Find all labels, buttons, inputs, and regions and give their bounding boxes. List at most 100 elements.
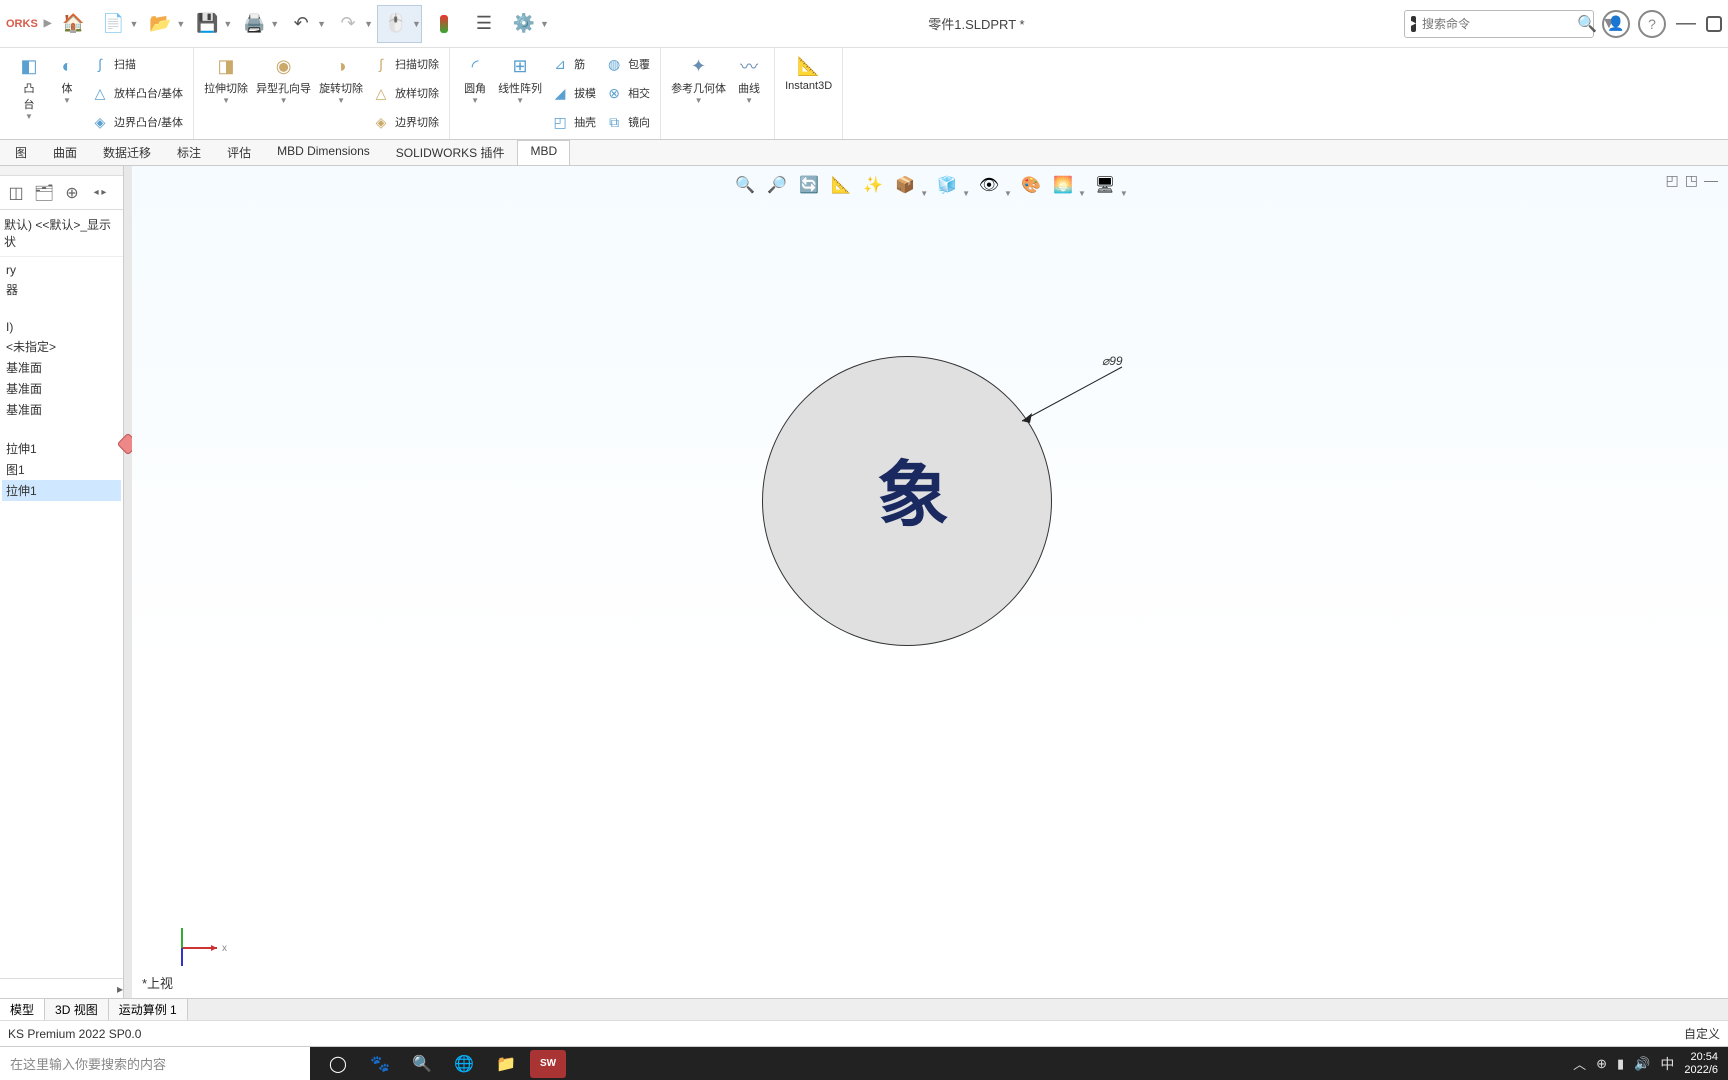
panel-splitter[interactable] xyxy=(124,166,132,998)
tree-item[interactable] xyxy=(2,420,121,438)
draft-button[interactable]: ◢拔模 xyxy=(546,79,600,107)
tree-item[interactable]: <未指定> xyxy=(2,336,121,357)
undo-button[interactable]: ↶▼ xyxy=(283,6,326,42)
appearance-icon[interactable]: 🎨 xyxy=(1018,172,1044,198)
tree-item-selected[interactable]: 拉伸1 xyxy=(2,480,121,501)
tree-item[interactable]: 图1 xyxy=(2,459,121,480)
intersect-button[interactable]: ⊗相交 xyxy=(600,79,654,107)
rebuild-button[interactable] xyxy=(426,6,462,42)
tab-sketch[interactable]: 图 xyxy=(2,140,40,165)
tree-item[interactable]: 器 xyxy=(2,279,121,300)
redo-button[interactable]: ↷▼ xyxy=(330,6,373,42)
view-orientation-icon[interactable]: 🧊 xyxy=(934,172,960,198)
zoom-fit-icon[interactable]: 🔍 xyxy=(732,172,758,198)
property-manager-tab[interactable]: 🗂 xyxy=(32,181,56,205)
tab-mbd[interactable]: MBD xyxy=(517,140,570,165)
loft-cut-button[interactable]: △放样切除 xyxy=(367,79,443,107)
fillet-button[interactable]: ◜圆角▼ xyxy=(456,50,494,138)
boundary-cut-button[interactable]: ◈边界切除 xyxy=(367,108,443,136)
tab-addins[interactable]: SOLIDWORKS 插件 xyxy=(383,140,518,165)
dimension-value[interactable]: ⌀99 xyxy=(1102,354,1123,368)
tray-ime-label[interactable]: 中 xyxy=(1660,1054,1674,1074)
dynamic-view-icon[interactable]: ✨ xyxy=(860,172,886,198)
select-button[interactable]: 🖱️▼ xyxy=(377,5,422,43)
prev-view-icon[interactable]: 🔄 xyxy=(796,172,822,198)
save-button[interactable]: 💾▼ xyxy=(189,6,232,42)
new-button[interactable]: 📄▼ xyxy=(95,6,138,42)
revolve-boss-button[interactable]: ◐体▼ xyxy=(48,50,86,138)
tree-item[interactable] xyxy=(2,300,121,318)
display-style-icon[interactable]: 📦 xyxy=(892,172,918,198)
ref-geometry-button[interactable]: ✦参考几何体▼ xyxy=(667,50,730,138)
more-tabs[interactable]: ◂ ▸ xyxy=(88,181,112,205)
hide-show-icon[interactable]: 👁 xyxy=(976,172,1002,198)
tree-item[interactable]: 基准面 xyxy=(2,399,121,420)
open-button[interactable]: 📂▼ xyxy=(142,6,185,42)
sw-status-right[interactable]: 自定义 xyxy=(1684,1025,1720,1042)
tab-data-migration[interactable]: 数据迁移 xyxy=(90,140,164,165)
user-button[interactable]: 👤 xyxy=(1602,10,1630,38)
sweep-cut-button[interactable]: ∫扫描切除 xyxy=(367,50,443,78)
tab-evaluate[interactable]: 评估 xyxy=(214,140,264,165)
vp-btn-2[interactable]: ◳ xyxy=(1685,172,1698,189)
task-view-button[interactable]: ◯ xyxy=(320,1050,356,1078)
home-button[interactable]: 🏠 xyxy=(55,6,91,42)
windows-search[interactable]: 在这里输入你要搜索的内容 xyxy=(0,1054,300,1073)
help-button[interactable]: ? xyxy=(1638,10,1666,38)
options-list-button[interactable]: ☰ xyxy=(466,6,502,42)
zoom-area-icon[interactable]: 🔎 xyxy=(764,172,790,198)
command-search-input[interactable] xyxy=(1422,17,1577,31)
tab-mbd-dimensions[interactable]: MBD Dimensions xyxy=(264,140,383,165)
tab-3d-view[interactable]: 3D 视图 xyxy=(45,999,109,1020)
command-search[interactable]: ▸ 🔍 ▼ xyxy=(1404,10,1594,38)
wrap-button[interactable]: ◍包覆 xyxy=(600,50,654,78)
maximize-button[interactable] xyxy=(1706,16,1722,32)
tree-item[interactable]: 基准面 xyxy=(2,357,121,378)
tree-item[interactable]: I) xyxy=(2,318,121,336)
boss-extrude-button[interactable]: ◧凸台▼ xyxy=(10,50,48,138)
feature-tree-tab[interactable]: ◫ xyxy=(4,181,28,205)
tray-network-icon[interactable]: ⊕ xyxy=(1596,1056,1607,1072)
minimize-button[interactable]: — xyxy=(1674,12,1698,35)
hole-wizard-button[interactable]: ◉异型孔向导▼ xyxy=(252,50,315,138)
taskbar-app-edge[interactable]: 🌐 xyxy=(446,1050,482,1078)
tab-motion-study[interactable]: 运动算例 1 xyxy=(109,999,188,1020)
settings-button[interactable]: ⚙️▼ xyxy=(506,6,549,42)
tray-volume-icon[interactable]: 🔊 xyxy=(1634,1056,1650,1072)
render-settings-icon[interactable]: 🖥 xyxy=(1092,172,1118,198)
vp-btn-min[interactable]: — xyxy=(1704,172,1718,189)
tab-model[interactable]: 模型 xyxy=(0,999,45,1020)
taskbar-app-baidu[interactable]: 🐾 xyxy=(362,1050,398,1078)
revolve-cut-button[interactable]: ◑旋转切除▼ xyxy=(315,50,367,138)
extrude-cut-button[interactable]: ◨拉伸切除▼ xyxy=(200,50,252,138)
model-viewport[interactable]: 🔍 🔎 🔄 📐 ✨ 📦▼ 🧊▼ 👁▼ 🎨 🌅▼ 🖥▼ ◰ ◳ — 象 ⌀99 xyxy=(132,166,1728,998)
taskbar-app-search[interactable]: 🔍 xyxy=(404,1050,440,1078)
sweep-button[interactable]: ∫扫描 xyxy=(86,50,187,78)
curves-button[interactable]: 〰曲线▼ xyxy=(730,50,768,138)
tab-dimxpert[interactable]: 标注 xyxy=(164,140,214,165)
instant3d-button[interactable]: 📐Instant3D xyxy=(781,50,836,138)
taskbar-app-solidworks[interactable]: SW xyxy=(530,1050,566,1078)
panel-grip[interactable] xyxy=(0,166,123,176)
print-button[interactable]: 🖨️▼ xyxy=(236,6,279,42)
tab-surface[interactable]: 曲面 xyxy=(40,140,90,165)
shell-button[interactable]: ◰抽壳 xyxy=(546,108,600,136)
loft-button[interactable]: △放样凸台/基体 xyxy=(86,79,187,107)
vp-btn-1[interactable]: ◰ xyxy=(1666,172,1679,189)
taskbar-app-explorer[interactable]: 📁 xyxy=(488,1050,524,1078)
tree-item[interactable]: 拉伸1 xyxy=(2,438,121,459)
linear-pattern-button[interactable]: ⊞线性阵列▼ xyxy=(494,50,546,138)
tray-battery-icon[interactable]: ▮ xyxy=(1617,1056,1624,1072)
section-view-icon[interactable]: 📐 xyxy=(828,172,854,198)
boundary-button[interactable]: ◈边界凸台/基体 xyxy=(86,108,187,136)
rib-button[interactable]: ⊿筋 xyxy=(546,50,600,78)
tree-item[interactable]: 基准面 xyxy=(2,378,121,399)
config-manager-tab[interactable]: ⊕ xyxy=(60,181,84,205)
tray-chevron-icon[interactable]: ︿ xyxy=(1573,1054,1586,1073)
panel-scroll-right[interactable]: ▸ xyxy=(0,978,123,998)
tray-clock[interactable]: 20:54 2022/6 xyxy=(1684,1051,1718,1075)
dimension-leader[interactable] xyxy=(1022,361,1142,431)
feature-tree[interactable]: ry 器 I) <未指定> 基准面 基准面 基准面 拉伸1 图1 拉伸1 xyxy=(0,257,123,978)
tree-item[interactable]: ry xyxy=(2,261,121,279)
mirror-button[interactable]: ⧉镜向 xyxy=(600,108,654,136)
